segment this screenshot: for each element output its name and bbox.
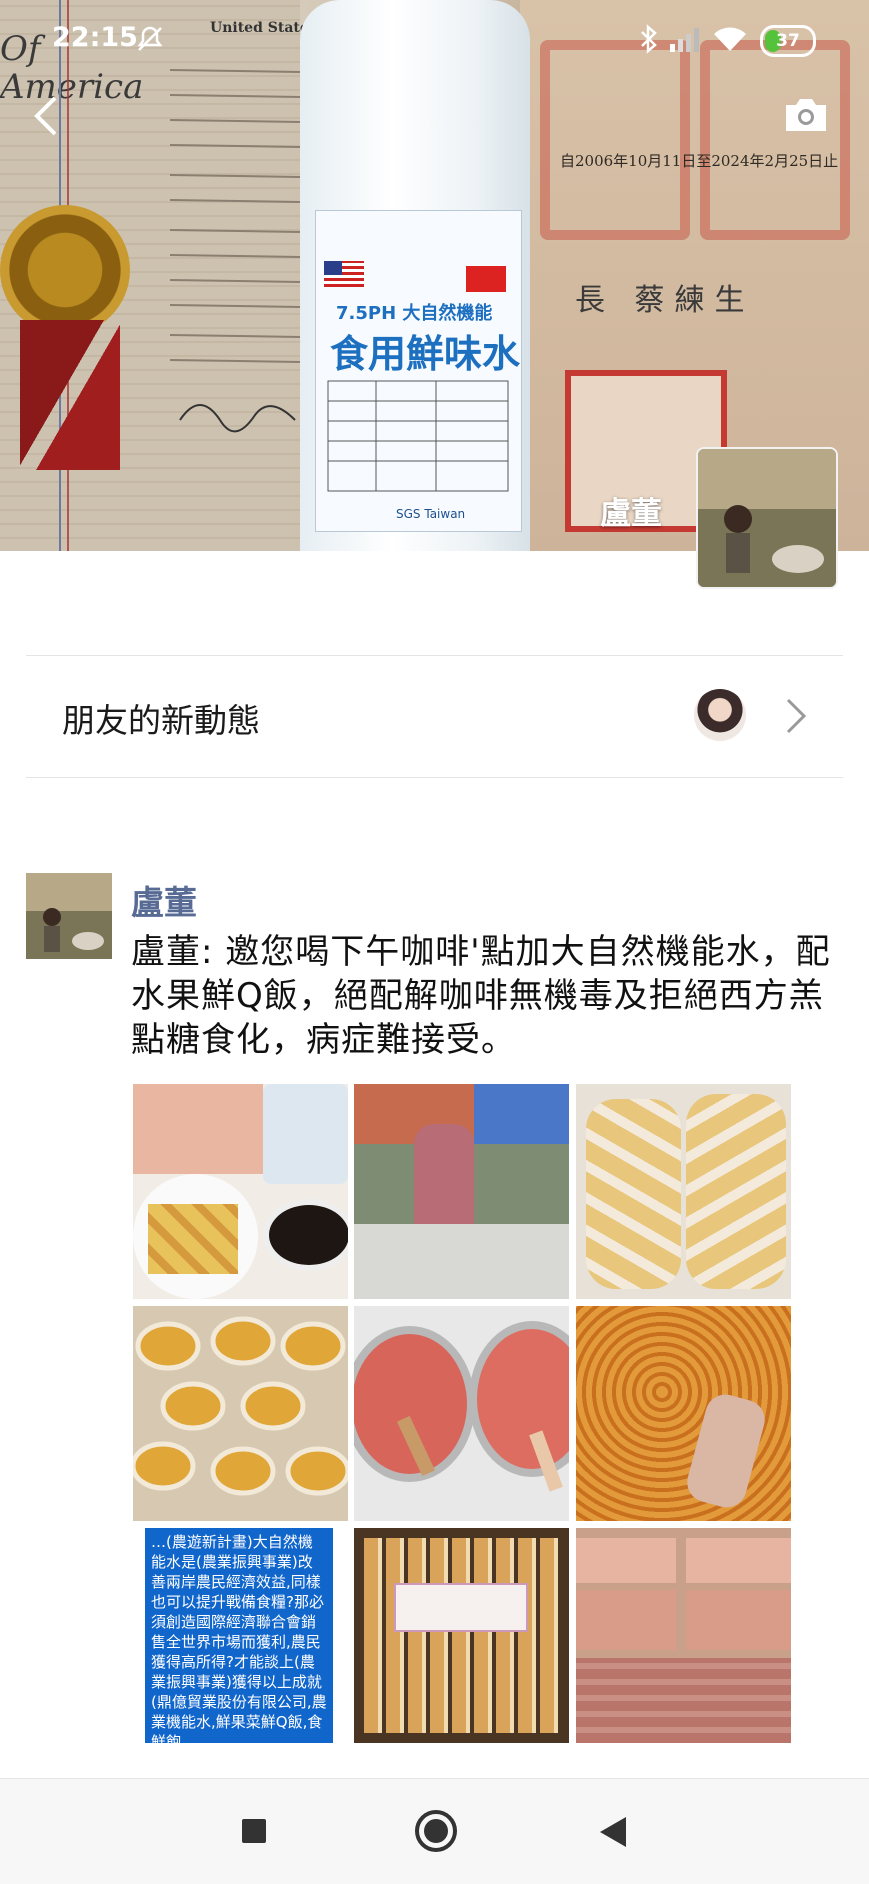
red-ribbon-icon xyxy=(20,320,120,470)
avatar-photo xyxy=(26,873,112,959)
back-button[interactable] xyxy=(25,90,65,140)
certificate-signatory: 長 蔡練生 xyxy=(575,283,755,318)
friends-updates-label: 朋友的新動態 xyxy=(62,701,260,740)
post-author-name[interactable]: 盧董 xyxy=(131,876,197,924)
signal-icon xyxy=(670,28,699,52)
sgs-mark: SGS Taiwan xyxy=(396,507,466,521)
bluetooth-icon xyxy=(641,24,657,54)
divider xyxy=(26,777,843,778)
post-text: 盧董: 邀您喝下午咖啡'點加大自然機能水，配水果鮮Q飯，絕配解咖啡無機毒及拒絕西… xyxy=(131,932,831,1060)
profile-name: 盧董 xyxy=(600,496,662,532)
back-nav-button[interactable] xyxy=(560,1779,670,1884)
post-author-avatar[interactable] xyxy=(26,873,112,959)
photo-coffee-cakes[interactable] xyxy=(133,1084,348,1299)
friend-avatar xyxy=(694,689,746,741)
photo-bagged-cakes[interactable] xyxy=(576,1084,791,1299)
clock: 22:15 xyxy=(52,22,138,53)
photo-mango-puree[interactable] xyxy=(354,1306,569,1521)
certificate-date: 自2006年10月11日至2024年2月25日止 xyxy=(560,152,839,170)
system-nav-bar xyxy=(0,1778,869,1884)
photo-gift-boxes[interactable] xyxy=(576,1528,791,1743)
wifi-icon xyxy=(714,27,746,51)
avatar-photo xyxy=(698,449,836,587)
chevron-right-icon xyxy=(786,698,807,734)
mute-icon xyxy=(137,26,163,51)
circle-home-icon xyxy=(415,1810,457,1852)
battery-level: 37 xyxy=(776,31,800,51)
gold-seal-icon xyxy=(0,205,130,335)
text-card-content: …(農遊新計畫)大自然機能水是(農業振興事業)改善兩岸農民經濟效益,同樣也可以提… xyxy=(151,1533,327,1743)
friends-updates-row[interactable]: 朋友的新動態 xyxy=(26,656,843,776)
bottle-caption-top: 7.5PH 大自然機能 xyxy=(336,303,493,324)
camera-icon xyxy=(786,99,826,131)
photo-boxed-cakes[interactable] xyxy=(354,1528,569,1743)
photo-mango-paste[interactable] xyxy=(576,1306,791,1521)
home-button[interactable] xyxy=(380,1779,490,1884)
square-icon xyxy=(242,1819,266,1843)
bottle-caption-main: 食用鮮味水 xyxy=(330,332,521,376)
photo-text-card[interactable]: …(農遊新計畫)大自然機能水是(農業振興事業)改善兩岸農民經濟效益,同樣也可以提… xyxy=(133,1528,348,1743)
battery-icon: 37 xyxy=(760,25,816,57)
camera-button[interactable] xyxy=(782,95,830,135)
status-bar: 22:15 37 xyxy=(0,0,869,80)
bottle-label: 7.5PH 大自然機能 食用鮮味水 SGS Taiwan xyxy=(315,210,522,532)
recent-apps-button[interactable] xyxy=(198,1779,308,1884)
photo-mangoes[interactable] xyxy=(133,1306,348,1521)
profile-avatar[interactable] xyxy=(696,447,838,589)
triangle-back-icon xyxy=(600,1817,626,1847)
photo-market-stall[interactable] xyxy=(354,1084,569,1299)
nutrition-table xyxy=(327,380,509,492)
chevron-left-icon xyxy=(34,96,57,136)
